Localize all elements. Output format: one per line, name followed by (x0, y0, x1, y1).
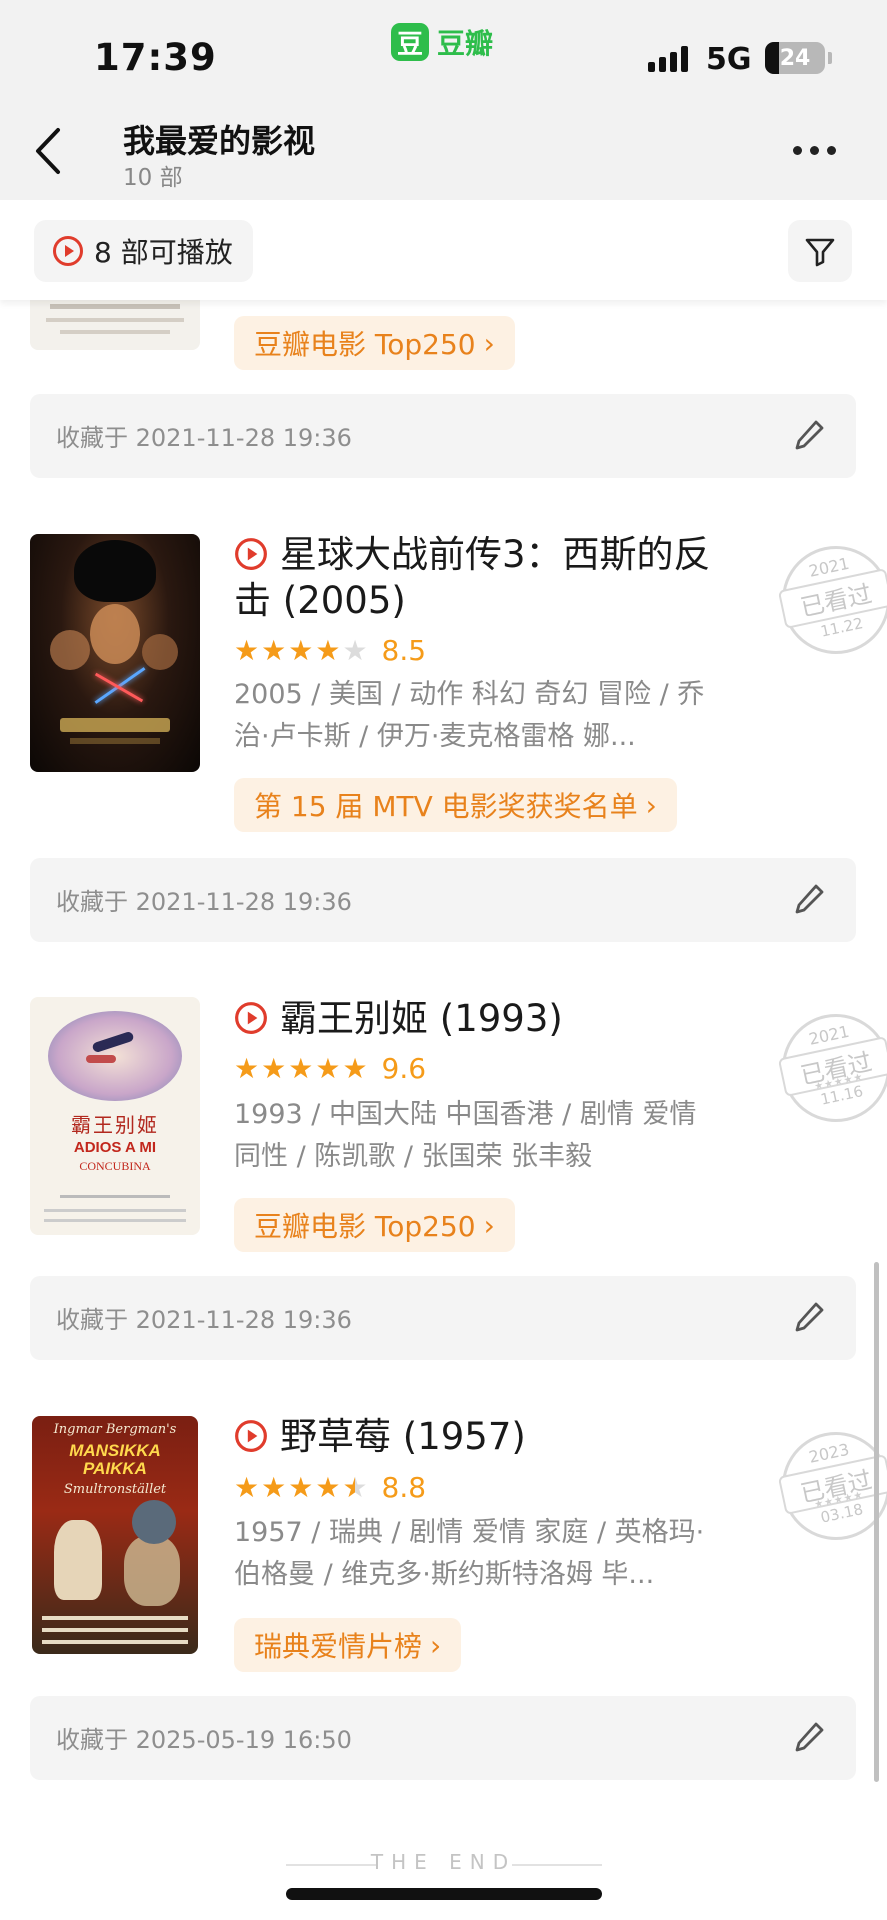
collection-info: 收藏于 2025-05-19 16:50 (30, 1696, 856, 1780)
star-icon: ★ (342, 1051, 368, 1085)
rating-score: 8.5 (381, 634, 427, 667)
filter-toolbar: 8 部可播放 (0, 200, 887, 300)
status-bar: 17:39 豆 豆瓣 5G 24 (0, 0, 887, 100)
watched-stamp: 2023 已看过 ★★★★★ 03.18 (771, 1421, 887, 1551)
rating-score: 8.8 (381, 1471, 427, 1504)
movie-title[interactable]: 野草莓 (1957) (234, 1414, 714, 1460)
rating-stars: ★ ★ ★ ★ ★ (234, 1051, 368, 1085)
edit-icon[interactable] (794, 418, 826, 452)
rating-stars: ★ ★ ★ ★ ★ (234, 633, 368, 667)
divider (512, 1864, 602, 1866)
rating-score: 9.6 (381, 1052, 427, 1085)
movie-meta: 1957 / 瑞典 / 剧情 爱情 家庭 / 英格玛·伯格曼 / 维克多·斯约斯… (234, 1517, 705, 1590)
edit-icon[interactable] (794, 1720, 826, 1754)
play-circle-icon (53, 236, 83, 266)
movie-title[interactable]: 星球大战前传3：西斯的反击 (2005) (234, 532, 714, 624)
the-end-label: THE END (370, 1850, 517, 1874)
star-icon: ★ (261, 633, 287, 667)
star-icon: ★ (315, 1470, 341, 1504)
rating-stars: ★ ★ ★ ★ ★ (234, 1470, 368, 1504)
movie-poster[interactable]: Ingmar Bergman's MANSIKKA PAIKKA Smultro… (32, 1416, 198, 1654)
movie-poster[interactable] (30, 300, 200, 350)
chevron-right-icon: › (645, 788, 657, 822)
battery-icon: 24 (765, 42, 825, 74)
collection-info: 收藏于 2021-11-28 19:36 (30, 1276, 856, 1360)
movie-poster[interactable]: 霸王别姬 ADIOS A MI CONCUBINA (30, 997, 200, 1235)
collected-time: 收藏于 2021-11-28 19:36 (56, 888, 352, 916)
star-icon: ★ (288, 1051, 314, 1085)
movie-list: 豆瓣电影 Top250 › 收藏于 2021-11-28 19:36 星球大战前传… (0, 300, 887, 1920)
star-icon: ★ (288, 633, 314, 667)
star-icon: ★ (261, 1051, 287, 1085)
chevron-right-icon: › (483, 1208, 495, 1242)
collection-info: 收藏于 2021-11-28 19:36 (30, 858, 856, 942)
edit-icon[interactable] (794, 1300, 826, 1334)
collected-time: 收藏于 2021-11-28 19:36 (56, 424, 352, 452)
douban-logo-icon: 豆 (391, 23, 429, 61)
play-circle-icon (235, 538, 267, 570)
list-tag[interactable]: 瑞典爱情片榜 › (234, 1618, 462, 1672)
home-indicator[interactable] (286, 1888, 602, 1900)
star-icon: ★ (315, 1051, 341, 1085)
page-title: 我最爱的影视 (123, 122, 316, 160)
star-icon: ★ (342, 1470, 368, 1504)
star-icon: ★ (234, 1051, 260, 1085)
star-icon: ★ (234, 633, 260, 667)
rating: ★ ★ ★ ★ ★ 8.5 (234, 634, 426, 667)
chevron-left-icon (36, 128, 60, 174)
star-icon: ★ (342, 633, 368, 667)
scrollbar[interactable] (874, 1262, 879, 1782)
chevron-right-icon: › (430, 1628, 442, 1662)
back-button[interactable] (30, 124, 70, 178)
play-circle-icon (235, 1420, 267, 1452)
watched-stamp: 2021 已看过 11.22 (771, 535, 887, 665)
filter-button[interactable] (788, 220, 852, 282)
nav-header: 我最爱的影视 10 部 (0, 100, 887, 200)
star-icon: ★ (315, 633, 341, 667)
collection-info: 收藏于 2021-11-28 19:36 (30, 394, 856, 478)
rating: ★ ★ ★ ★ ★ 8.8 (234, 1471, 426, 1504)
list-tag[interactable]: 豆瓣电影 Top250 › (234, 316, 515, 370)
star-icon: ★ (288, 1470, 314, 1504)
watched-stamp: 2021 已看过 ★★★★★ 11.16 (771, 1003, 887, 1133)
star-icon: ★ (261, 1470, 287, 1504)
rating: ★ ★ ★ ★ ★ 9.6 (234, 1052, 426, 1085)
app-badge: 豆 豆瓣 (391, 22, 493, 62)
signal-icon (648, 46, 688, 72)
playable-filter-button[interactable]: 8 部可播放 (34, 220, 253, 282)
movie-meta: 2005 / 美国 / 动作 科幻 奇幻 冒险 / 乔治·卢卡斯 / 伊万·麦克… (234, 679, 705, 752)
funnel-icon (805, 238, 835, 267)
movie-poster[interactable] (30, 534, 200, 772)
app-name: 豆瓣 (437, 27, 494, 60)
movie-title[interactable]: 霸王别姬 (1993) (234, 996, 714, 1042)
movie-meta: 1993 / 中国大陆 中国香港 / 剧情 爱情 同性 / 陈凯歌 / 张国荣 … (234, 1099, 697, 1172)
play-circle-icon (235, 1002, 267, 1034)
battery-level: 24 (779, 45, 811, 71)
list-tag[interactable]: 豆瓣电影 Top250 › (234, 1198, 515, 1252)
network-type: 5G (706, 42, 752, 77)
collected-time: 收藏于 2025-05-19 16:50 (56, 1726, 352, 1754)
collected-time: 收藏于 2021-11-28 19:36 (56, 1306, 352, 1334)
item-count: 10 部 (123, 165, 183, 191)
star-icon: ★ (234, 1470, 260, 1504)
more-dots-icon (793, 146, 802, 155)
playable-label: 8 部可播放 (94, 236, 233, 269)
more-options-button[interactable] (793, 146, 836, 155)
chevron-right-icon: › (483, 326, 495, 360)
edit-icon[interactable] (794, 882, 826, 916)
list-tag[interactable]: 第 15 届 MTV 电影奖获奖名单 › (234, 778, 677, 832)
status-time: 17:39 (94, 36, 217, 79)
